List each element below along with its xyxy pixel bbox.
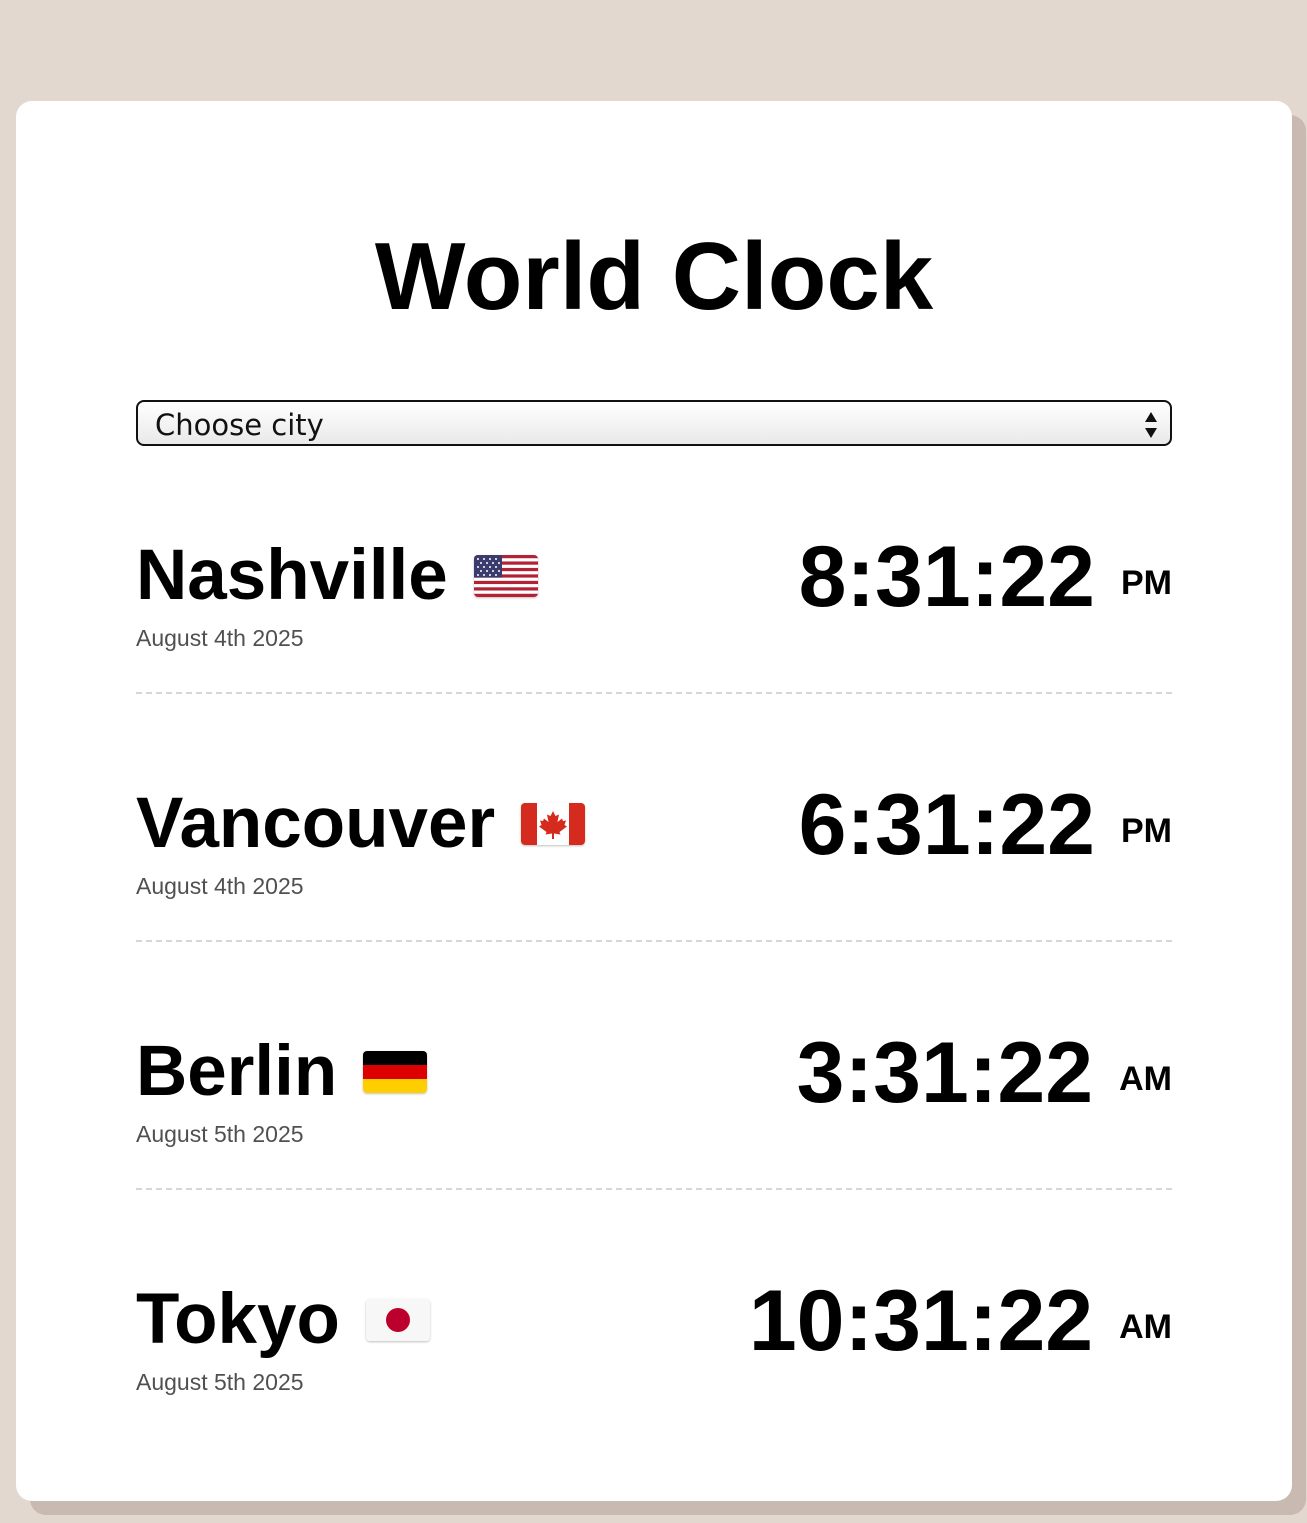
city-time: 3:31:22 AM [797, 1023, 1172, 1123]
time-ampm: PM [1121, 563, 1172, 602]
row-divider [136, 1188, 1172, 1190]
city-name: Nashville [136, 536, 448, 615]
japan-flag-icon [365, 1299, 430, 1341]
city-name: Vancouver [136, 784, 496, 863]
city-name: Tokyo [136, 1280, 340, 1359]
city-date: August 5th 2025 [136, 1369, 304, 1395]
select-updown-icon [1144, 410, 1158, 440]
us-flag-icon [473, 555, 538, 597]
city-date: August 5th 2025 [136, 1121, 304, 1147]
city-heading: Nashville [136, 531, 538, 621]
city-clock-row: Nashville August 4th 2025 8:31:22 PM [136, 529, 1172, 779]
city-heading: Tokyo [136, 1275, 430, 1365]
city-clock-row: Berlin August 5th 2025 3:31:22 AM [136, 1025, 1172, 1275]
page-title: World Clock [374, 223, 934, 330]
city-time: 10:31:22 AM [749, 1271, 1172, 1371]
time-ampm: PM [1121, 811, 1172, 850]
time-ampm: AM [1119, 1059, 1172, 1098]
city-clock-list: Nashville August 4th 2025 8:31:22 PM Van… [136, 529, 1172, 1523]
city-clock-row: Tokyo August 5th 2025 10:31:22 AM [136, 1273, 1172, 1523]
time-digits: 8:31:22 [798, 529, 1095, 625]
canada-flag-icon [521, 803, 586, 845]
time-digits: 3:31:22 [796, 1025, 1094, 1121]
germany-flag-icon [363, 1051, 428, 1093]
city-time: 8:31:22 PM [799, 527, 1172, 627]
row-divider [136, 692, 1172, 694]
row-divider [136, 940, 1172, 942]
city-date: August 4th 2025 [136, 625, 304, 651]
city-select-value: Choose city [155, 408, 324, 442]
city-time: 6:31:22 PM [799, 775, 1172, 875]
city-date: August 4th 2025 [136, 873, 304, 899]
time-digits: 10:31:22 [748, 1273, 1094, 1369]
world-clock-card: World Clock Choose city Nashville August… [16, 101, 1292, 1501]
time-ampm: AM [1119, 1307, 1172, 1346]
city-heading: Berlin [136, 1027, 428, 1117]
time-digits: 6:31:22 [798, 777, 1095, 873]
city-name: Berlin [136, 1032, 338, 1111]
city-heading: Vancouver [136, 779, 586, 869]
city-clock-row: Vancouver August 4th 2025 6:31:22 PM [136, 777, 1172, 1027]
city-select[interactable]: Choose city [136, 400, 1172, 446]
